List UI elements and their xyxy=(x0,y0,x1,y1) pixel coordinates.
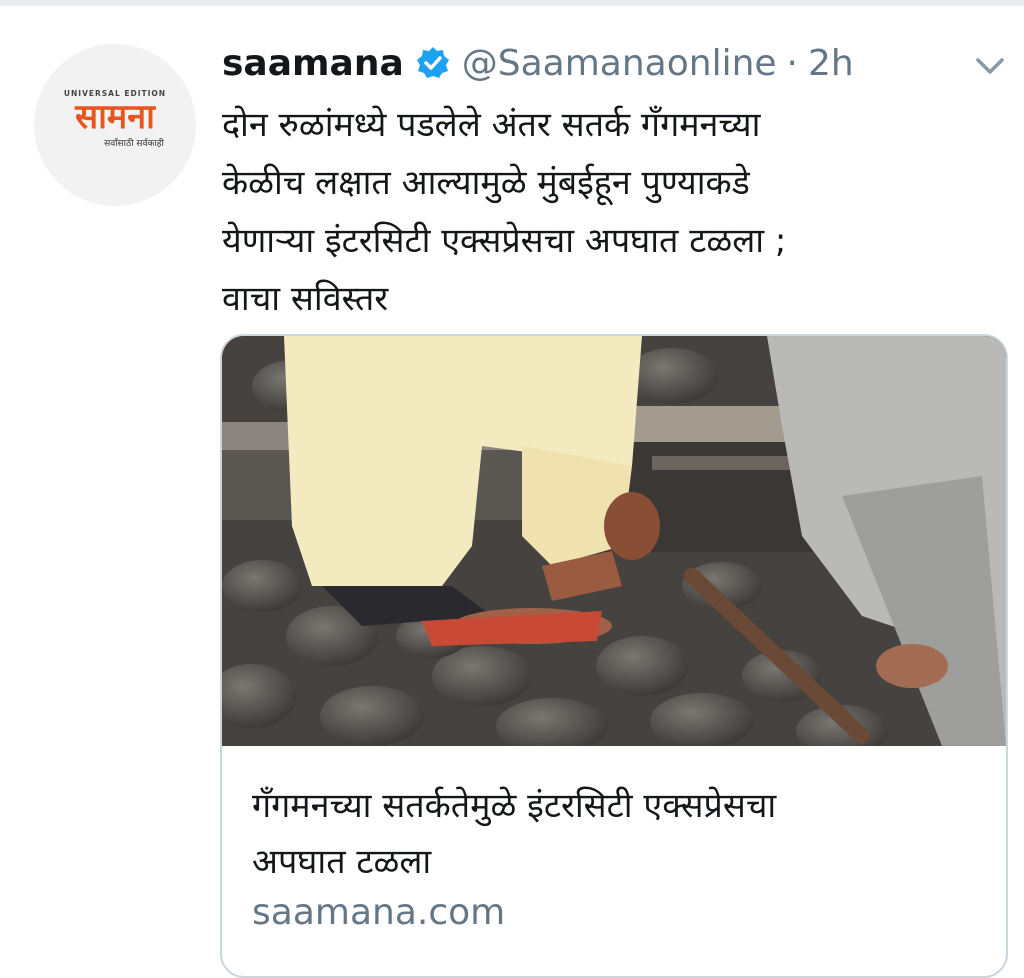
tweet-text-line: दोन रुळांमध्ये पडलेले अंतर सतर्क गँगमनच्… xyxy=(222,105,761,145)
chevron-down-icon[interactable] xyxy=(972,50,1008,80)
display-name[interactable]: saamana xyxy=(222,43,404,84)
card-title: गँगमनच्या सतर्कतेमुळे इंटरसिटी एक्सप्रेस… xyxy=(252,778,992,890)
card-photo xyxy=(222,336,1006,746)
separator-dot: · xyxy=(786,42,798,84)
profile-avatar[interactable]: UNIVERSAL EDITION सामना सर्वांसाठी सर्वक… xyxy=(34,44,196,206)
verified-badge-icon xyxy=(416,47,449,78)
card-title-line: अपघात टळला xyxy=(252,842,432,882)
link-card[interactable]: गँगमनच्या सतर्कतेमुळे इंटरसिटी एक्सप्रेस… xyxy=(220,334,1008,978)
tweet-text-line: केळीच लक्षात आल्यामुळे मुंबईहून पुण्याकड… xyxy=(222,163,750,203)
avatar-logo-text: सामना xyxy=(74,97,156,137)
timestamp[interactable]: 2h xyxy=(808,43,854,84)
tweet-header: saamana @Saamanaonline · 2h xyxy=(222,38,854,88)
tweet-text-line: येणाऱ्या इंटरसिटी एक्सप्रेसचा अपघात टळला… xyxy=(222,221,787,261)
tweet-text-line: वाचा सविस्तर xyxy=(222,279,389,319)
card-domain: saamana.com xyxy=(252,892,506,933)
tweet-text: दोन रुळांमध्ये पडलेले अंतर सतर्क गँगमनच्… xyxy=(222,96,982,328)
avatar-tagline: सर्वांसाठी सर्वकाही xyxy=(104,137,164,149)
handle[interactable]: @Saamanaonline xyxy=(462,43,777,84)
top-divider xyxy=(0,0,1024,6)
card-title-line: गँगमनच्या सतर्कतेमुळे इंटरसिटी एक्सप्रेस… xyxy=(252,786,777,826)
